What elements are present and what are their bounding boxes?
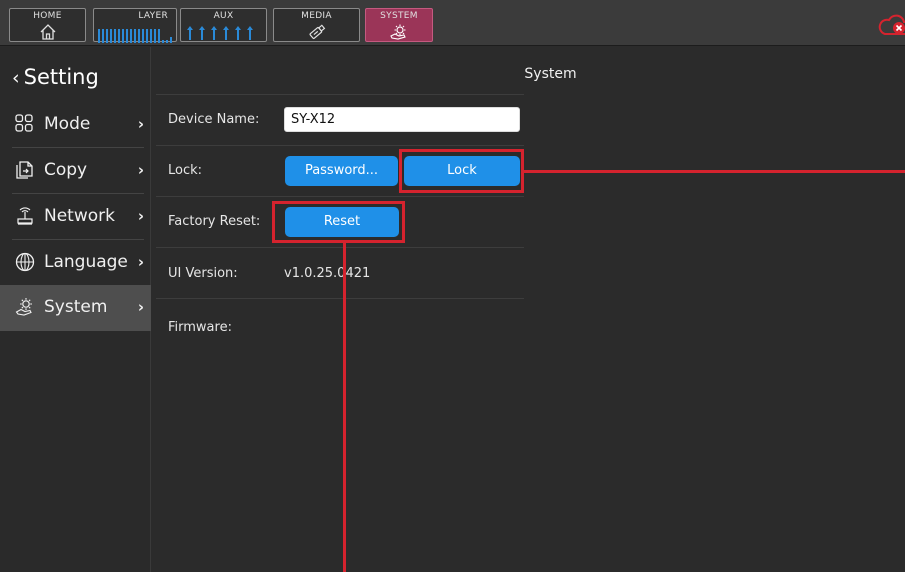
network-icon <box>17 207 33 225</box>
settings-sidebar: ‹ Setting Mode › Copy › Network › Langua… <box>0 47 151 572</box>
reset-highlight-box <box>272 201 405 243</box>
chevron-right-icon: › <box>137 115 144 133</box>
lock-label: Lock: <box>168 163 203 178</box>
back-button[interactable]: ‹ Setting <box>12 65 99 89</box>
aux-meter-icon <box>187 26 253 40</box>
cloud-disconnected-icon[interactable] <box>877 12 905 38</box>
tab-aux-label: AUX <box>213 11 234 21</box>
reset-callout-line <box>343 243 346 572</box>
layer-meter-icon <box>98 29 172 43</box>
sidebar-item-language[interactable]: Language › <box>0 240 151 286</box>
back-chevron-icon: ‹ <box>12 67 20 89</box>
chevron-right-icon: › <box>137 253 144 271</box>
lock-highlight-box <box>399 149 524 193</box>
tab-media-label: MEDIA <box>301 11 332 21</box>
usb-drive-icon <box>309 24 325 39</box>
divider <box>156 196 524 197</box>
device-name-label: Device Name: <box>168 112 260 127</box>
home-icon <box>40 24 55 40</box>
sidebar-item-label: Network <box>44 206 115 226</box>
sidebar-item-mode[interactable]: Mode › <box>0 102 151 148</box>
tab-aux[interactable]: AUX <box>180 8 267 42</box>
sidebar-item-copy[interactable]: Copy › <box>0 148 151 194</box>
sidebar-item-network[interactable]: Network › <box>0 194 151 240</box>
divider <box>156 298 524 299</box>
chevron-right-icon: › <box>137 207 144 225</box>
app-window: HOME LAYER AUX MEDIA SYSTEM ‹ Setting Mo… <box>0 0 905 572</box>
globe-icon <box>15 252 35 272</box>
tab-layer[interactable]: LAYER <box>93 8 177 43</box>
sidebar-item-label: Language <box>44 252 128 272</box>
tab-home-label: HOME <box>33 11 62 21</box>
tab-media[interactable]: MEDIA <box>273 8 360 42</box>
ui-version-label: UI Version: <box>168 266 238 281</box>
top-tab-bar: HOME LAYER AUX MEDIA SYSTEM <box>0 0 905 46</box>
divider <box>156 145 524 146</box>
divider <box>156 247 524 248</box>
page-title: System <box>524 66 577 82</box>
back-label: Setting <box>23 65 99 89</box>
tab-home[interactable]: HOME <box>9 8 86 42</box>
firmware-label: Firmware: <box>168 320 232 335</box>
tab-system[interactable]: SYSTEM <box>365 8 433 42</box>
gear-hand-icon <box>390 24 406 40</box>
copy-icon <box>16 161 33 179</box>
lock-callout-line <box>524 170 905 173</box>
device-name-input[interactable] <box>284 107 520 132</box>
factory-reset-label: Factory Reset: <box>168 214 261 229</box>
sidebar-item-label: System <box>44 297 108 317</box>
divider <box>156 94 524 95</box>
chevron-right-icon: › <box>137 298 144 316</box>
grid-icon <box>15 114 33 132</box>
sidebar-item-label: Mode <box>44 114 91 134</box>
tab-system-label: SYSTEM <box>380 11 418 21</box>
tab-layer-label: LAYER <box>138 11 168 21</box>
chevron-right-icon: › <box>137 161 144 179</box>
gear-hand-icon <box>15 298 32 316</box>
sidebar-item-system[interactable]: System › <box>0 285 151 331</box>
password-button[interactable]: Password... <box>285 156 398 186</box>
sidebar-item-label: Copy <box>44 160 88 180</box>
ui-version-value: v1.0.25.0421 <box>284 266 371 281</box>
